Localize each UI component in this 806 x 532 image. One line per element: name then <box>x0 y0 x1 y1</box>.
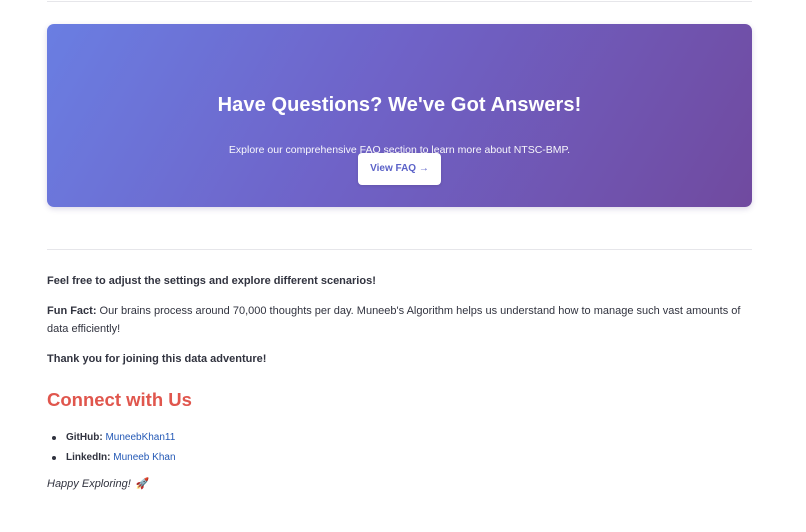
social-label: LinkedIn: <box>66 451 111 463</box>
faq-title: Have Questions? We've Got Answers! <box>217 94 582 116</box>
happy-text: Happy Exploring! <box>47 478 131 490</box>
social-item-linkedin: LinkedIn: Muneeb Khan <box>47 448 176 468</box>
connect-heading: Connect with Us <box>47 389 192 410</box>
faq-banner: Have Questions? We've Got Answers! Explo… <box>47 24 752 207</box>
rocket-icon: 🚀 <box>135 478 150 490</box>
social-links-list: GitHub: MuneebKhan11 LinkedIn: Muneeb Kh… <box>47 428 176 467</box>
happy-exploring-text: Happy Exploring! 🚀 <box>47 477 150 490</box>
fun-fact-text: Our brains process around 70,000 thought… <box>47 305 741 335</box>
fun-fact-label: Fun Fact: <box>47 305 97 317</box>
top-divider <box>47 1 752 2</box>
section-divider <box>47 249 752 250</box>
linkedin-link[interactable]: Muneeb Khan <box>113 452 175 463</box>
bullet-icon <box>52 455 56 460</box>
fun-fact-paragraph: Fun Fact: Our brains process around 70,0… <box>47 302 747 338</box>
thanks-note: Thank you for joining this data adventur… <box>47 353 267 365</box>
social-label: GitHub: <box>66 432 103 443</box>
github-link[interactable]: MuneebKhan11 <box>105 432 175 443</box>
bullet-icon <box>52 436 56 440</box>
page: Have Questions? We've Got Answers! Explo… <box>0 0 806 532</box>
settings-note: Feel free to adjust the settings and exp… <box>47 275 376 287</box>
view-faq-button[interactable]: View FAQ → <box>358 153 441 185</box>
social-item-github: GitHub: MuneebKhan11 <box>47 428 176 448</box>
